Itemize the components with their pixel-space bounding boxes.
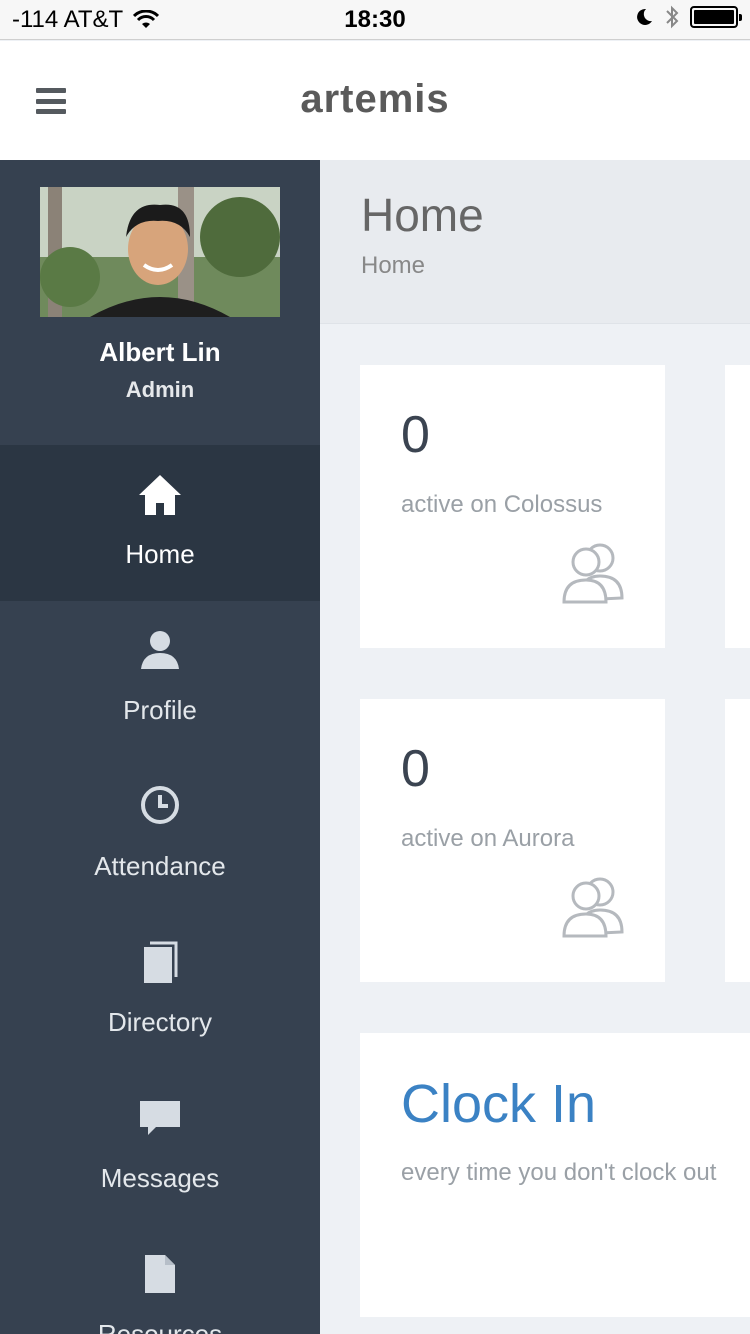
bluetooth-icon — [666, 5, 679, 29]
sidebar-nav: Home Profile Attendance Directory Messag… — [0, 445, 320, 1334]
stat-card-partial[interactable] — [725, 699, 750, 982]
clock-in-card[interactable]: Clock In every time you don't clock out — [360, 1033, 750, 1317]
avatar[interactable] — [40, 187, 280, 317]
clock-in-description: every time you don't clock out — [401, 1159, 717, 1186]
status-right — [634, 5, 742, 29]
clock-in-title[interactable]: Clock In — [401, 1073, 596, 1135]
page-title: Home — [361, 189, 484, 241]
users-icon — [562, 877, 624, 938]
sidebar-item-messages[interactable]: Messages — [0, 1069, 320, 1225]
sidebar-item-label: Messages — [100, 1163, 220, 1193]
sidebar-item-label: Directory — [107, 1007, 212, 1037]
stat-card-partial[interactable] — [725, 365, 750, 648]
battery-icon — [690, 6, 742, 28]
sidebar-item-profile[interactable]: Profile — [0, 601, 320, 757]
clock-icon — [141, 786, 179, 824]
sidebar: Albert Lin Admin Home Profile Attendance… — [0, 160, 320, 1334]
page-header: Home Home — [320, 160, 750, 324]
sidebar-item-label: Resources — [97, 1319, 223, 1334]
app-brand[interactable]: artemis — [0, 77, 750, 122]
stat-label: active on Aurora — [401, 825, 575, 852]
stat-count: 0 — [401, 406, 430, 464]
top-navbar: artemis — [0, 41, 750, 160]
sidebar-item-label: Profile — [123, 695, 197, 725]
home-icon — [139, 475, 181, 515]
book-icon — [144, 941, 178, 983]
sidebar-item-directory[interactable]: Directory — [0, 913, 320, 1069]
user-role: Admin — [125, 377, 195, 402]
sidebar-item-home[interactable]: Home — [0, 445, 320, 601]
users-icon — [562, 543, 624, 604]
sidebar-item-attendance[interactable]: Attendance — [0, 757, 320, 913]
user-icon — [141, 631, 179, 669]
stat-label: active on Colossus — [401, 491, 603, 518]
sidebar-profile: Albert Lin Admin — [0, 160, 320, 445]
sidebar-item-label: Home — [125, 539, 195, 569]
chat-icon — [140, 1101, 180, 1135]
stat-card-colossus[interactable]: 0 active on Colossus — [360, 365, 665, 648]
moon-icon — [637, 8, 652, 25]
user-name: Albert Lin — [99, 337, 221, 367]
status-bar: -114 AT&T 18:30 — [0, 0, 750, 40]
sidebar-item-resources[interactable]: Resources — [0, 1225, 320, 1334]
file-icon — [145, 1255, 175, 1293]
stat-count: 0 — [401, 740, 430, 798]
main-content: Home Home 0 active on Colossus 0 active … — [320, 160, 750, 1334]
stat-card-aurora[interactable]: 0 active on Aurora — [360, 699, 665, 982]
breadcrumb[interactable]: Home — [361, 252, 425, 280]
sidebar-item-label: Attendance — [94, 851, 226, 881]
